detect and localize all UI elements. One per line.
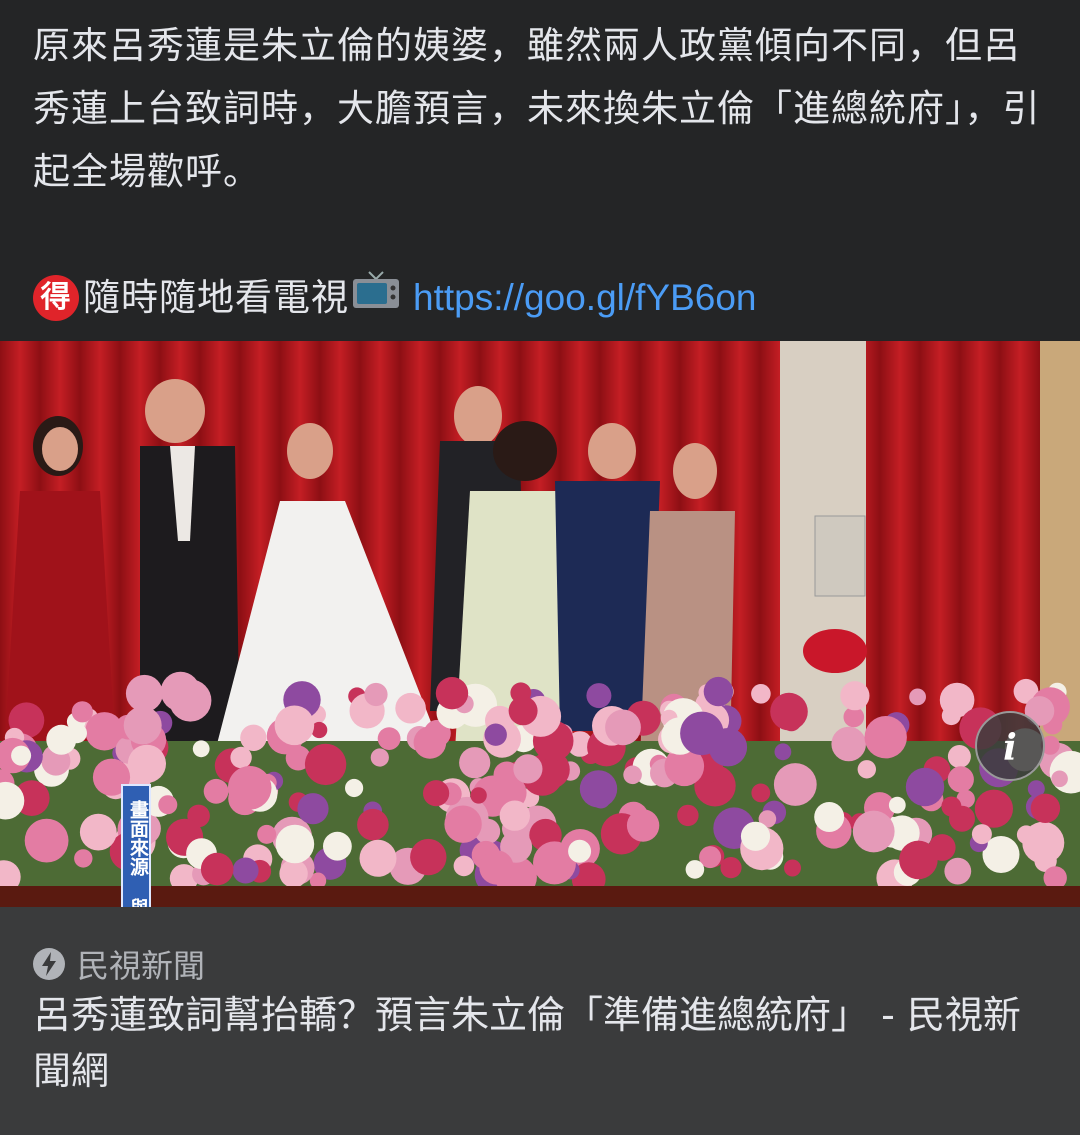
flower bbox=[125, 674, 163, 712]
flower bbox=[359, 839, 397, 877]
flower bbox=[71, 701, 93, 723]
flower bbox=[770, 692, 808, 731]
flower bbox=[947, 766, 974, 793]
flower bbox=[297, 793, 329, 825]
flower bbox=[720, 857, 742, 879]
link-preview[interactable]: 民視新聞 呂秀蓮致詞幫抬轎？預言朱立倫「準備進總統府」 - 民視新聞網 bbox=[0, 907, 1080, 1135]
flower bbox=[784, 859, 801, 877]
flower bbox=[1016, 825, 1036, 844]
flower bbox=[971, 824, 992, 845]
flower bbox=[508, 696, 538, 726]
flower bbox=[459, 747, 491, 779]
flower bbox=[899, 840, 938, 880]
flower bbox=[905, 767, 945, 807]
flower bbox=[279, 859, 308, 888]
flower bbox=[444, 805, 482, 843]
flower bbox=[888, 796, 906, 814]
flower bbox=[568, 839, 592, 863]
flower bbox=[377, 727, 401, 750]
info-icon[interactable]: i bbox=[975, 711, 1045, 781]
flower bbox=[857, 760, 876, 779]
flower bbox=[941, 796, 962, 817]
flower bbox=[484, 723, 507, 746]
flower bbox=[423, 780, 450, 807]
flower bbox=[413, 726, 447, 759]
flower bbox=[773, 763, 817, 806]
flower bbox=[357, 808, 389, 841]
flower bbox=[453, 855, 475, 877]
flower bbox=[831, 726, 866, 762]
flower bbox=[410, 838, 447, 876]
flower bbox=[852, 810, 895, 853]
flower bbox=[232, 857, 259, 884]
promo-text: 隨時隨地看電視 bbox=[83, 276, 349, 319]
post-link[interactable]: https://goo.gl/fYB6on bbox=[413, 266, 757, 329]
flower bbox=[947, 745, 971, 768]
flower bbox=[158, 795, 178, 815]
flower bbox=[127, 744, 166, 783]
flower bbox=[192, 740, 210, 758]
post-text-block: 原來呂秀蓮是朱立倫的姨婆，雖然兩人政黨傾向不同，但呂秀蓮上台致詞時，大膽預言，未… bbox=[33, 14, 1048, 329]
flower bbox=[586, 683, 612, 709]
flower bbox=[123, 706, 162, 745]
flower bbox=[479, 850, 514, 885]
preview-title[interactable]: 呂秀蓮致詞幫抬轎？預言朱立倫「準備進總統府」 - 民視新聞網 bbox=[33, 987, 1048, 1099]
flower bbox=[345, 778, 364, 798]
flower bbox=[274, 705, 315, 746]
preview-source-row: 民視新聞 bbox=[33, 941, 205, 987]
flower bbox=[623, 765, 642, 785]
flower bbox=[685, 860, 705, 879]
flower bbox=[605, 709, 641, 746]
flower bbox=[579, 770, 618, 808]
flower bbox=[751, 783, 771, 803]
flower bbox=[24, 818, 69, 863]
flower bbox=[864, 716, 907, 759]
flower bbox=[1030, 793, 1061, 823]
flower bbox=[240, 724, 267, 751]
flower bbox=[200, 852, 234, 886]
lightning-icon bbox=[33, 948, 65, 980]
flower bbox=[304, 743, 347, 786]
flower bbox=[364, 682, 388, 707]
de-badge-icon: 得 bbox=[33, 274, 79, 321]
flower bbox=[230, 746, 252, 769]
flower bbox=[275, 824, 315, 864]
flower bbox=[499, 800, 530, 831]
flower bbox=[74, 849, 93, 868]
flower bbox=[11, 745, 32, 766]
flower bbox=[941, 706, 961, 726]
flower bbox=[323, 831, 352, 861]
wedding-photo[interactable]: 畫面來源 與會人提供 i bbox=[0, 341, 1080, 907]
flower bbox=[257, 824, 277, 844]
source-caption: 畫面來源 與會人提供 bbox=[121, 784, 151, 907]
tv-icon bbox=[351, 266, 401, 329]
flower bbox=[840, 681, 870, 711]
flower bbox=[470, 787, 487, 804]
preview-source: 民視新聞 bbox=[77, 947, 206, 985]
flower bbox=[513, 754, 543, 784]
flower bbox=[227, 766, 272, 810]
flower bbox=[774, 743, 792, 761]
flower bbox=[66, 723, 87, 744]
flower bbox=[79, 813, 117, 851]
flower bbox=[435, 677, 469, 710]
flower bbox=[626, 809, 660, 842]
flower bbox=[677, 804, 699, 827]
flower bbox=[909, 688, 926, 706]
flower bbox=[160, 671, 201, 712]
flower bbox=[944, 857, 972, 885]
flower bbox=[814, 802, 845, 832]
flower bbox=[203, 778, 229, 804]
promo-line: 得 隨時隨地看電視 https://goo.gl/fYB6on bbox=[33, 266, 1048, 329]
post-body: 原來呂秀蓮是朱立倫的姨婆，雖然兩人政黨傾向不同，但呂秀蓮上台致詞時，大膽預言，未… bbox=[33, 24, 1041, 193]
flower bbox=[395, 692, 426, 724]
flower bbox=[974, 789, 1014, 828]
flower bbox=[370, 748, 389, 767]
flower bbox=[740, 821, 771, 851]
flower bbox=[703, 676, 734, 707]
flower bbox=[751, 684, 771, 704]
flower bbox=[1051, 770, 1068, 788]
flower bbox=[680, 711, 724, 756]
